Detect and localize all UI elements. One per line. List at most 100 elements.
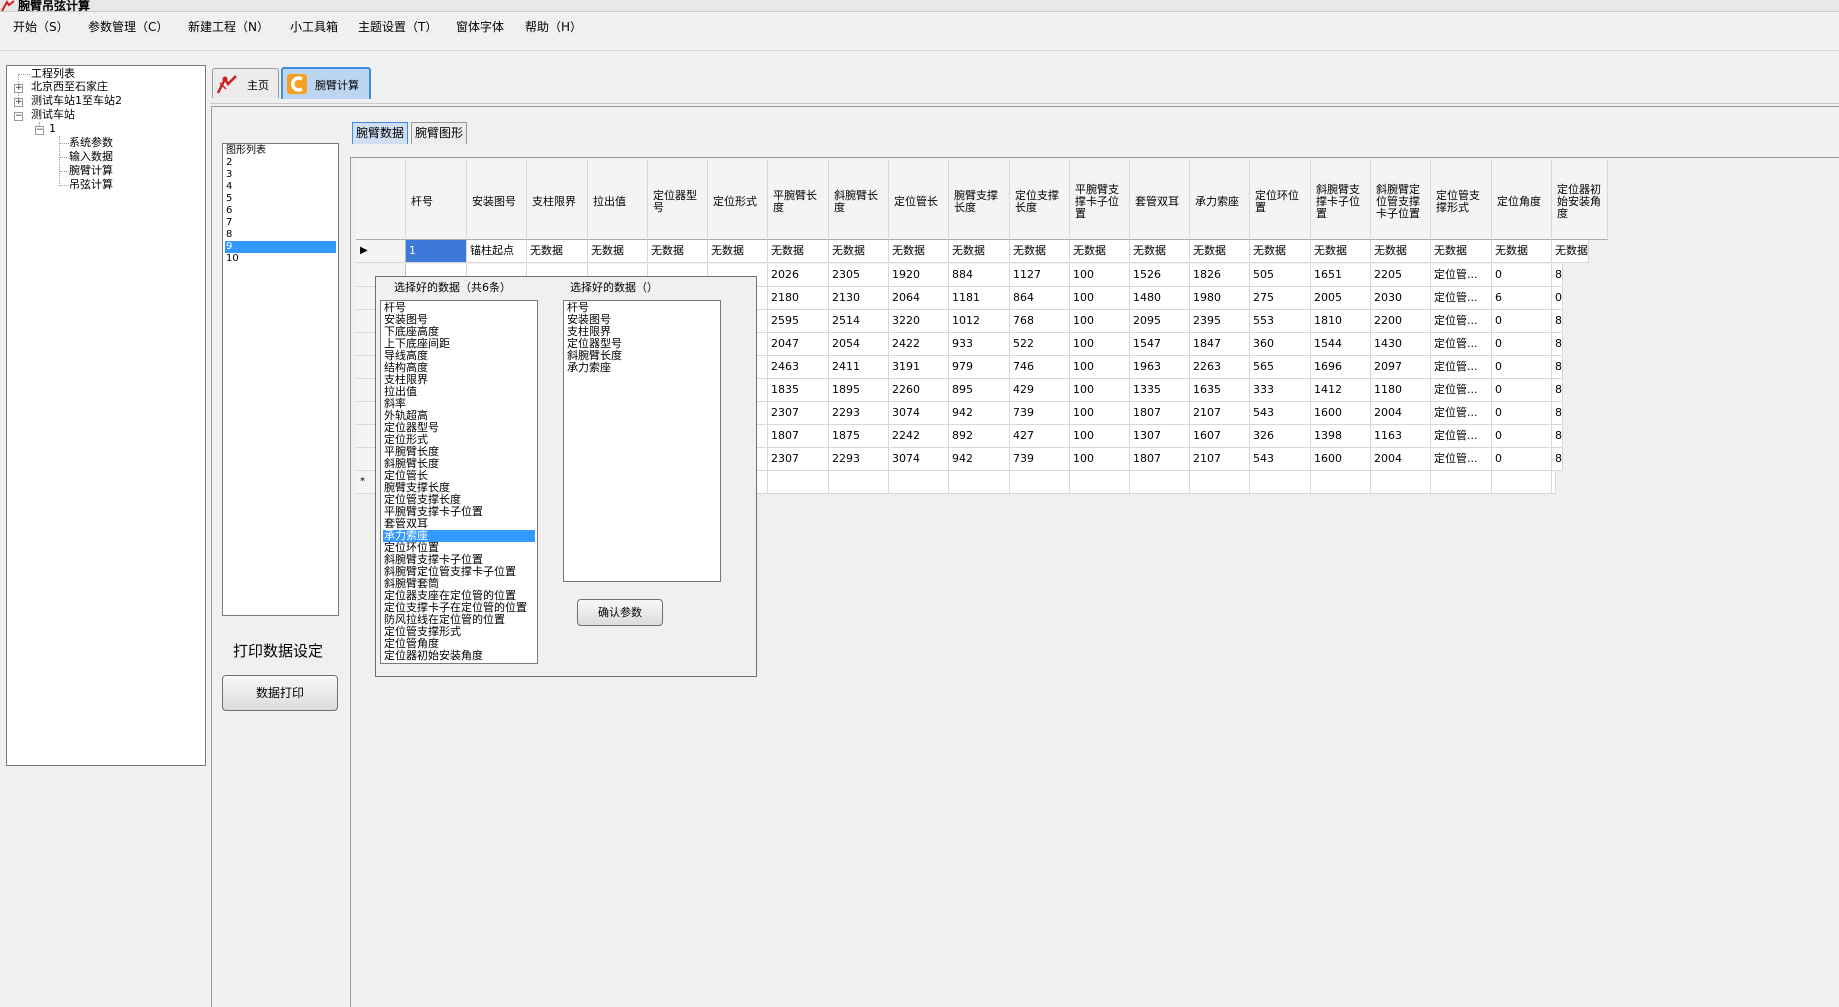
table-cell[interactable]: 0 [1552,287,1563,310]
table-cell[interactable]: 2395 [1190,310,1250,333]
table-cell[interactable]: 2293 [829,402,889,425]
table-cell[interactable]: 892 [949,425,1010,448]
table-cell[interactable]: 无数据 [829,240,889,263]
table-cell[interactable] [1552,471,1556,494]
table-cell[interactable]: 100 [1070,402,1130,425]
list-item[interactable]: 2 [225,157,336,169]
table-cell[interactable]: 定位管... [1431,287,1492,310]
table-cell[interactable]: 无数据 [1431,240,1492,263]
table-cell[interactable]: 8 [1552,448,1563,471]
table-cell[interactable]: 2097 [1371,356,1431,379]
table-cell[interactable]: 3074 [889,402,949,425]
table-cell[interactable]: 8 [1552,402,1563,425]
table-cell[interactable]: 1895 [829,379,889,402]
table-cell[interactable]: 1607 [1190,425,1250,448]
table-cell[interactable]: 1526 [1130,264,1190,287]
table-cell[interactable]: 无数据 [1130,240,1190,263]
tree-node-beijing[interactable]: 北京西至石家庄 [31,80,108,94]
table-cell[interactable] [949,471,1010,494]
table-cell[interactable]: 无数据 [1552,240,1589,263]
table-cell[interactable]: 326 [1250,425,1311,448]
table-cell[interactable]: 933 [949,333,1010,356]
table-cell[interactable]: 1600 [1311,402,1371,425]
table-cell[interactable]: 1127 [1010,264,1070,287]
list-item[interactable]: 10 [225,253,336,265]
table-cell[interactable] [1371,471,1431,494]
column-header[interactable]: 定位支撑长度 [1010,160,1070,240]
table-cell[interactable]: 2463 [768,356,829,379]
column-header[interactable]: 平腕臂支撑卡子位置 [1070,160,1130,240]
tree-leaf-cantilever-calc[interactable]: 腕臂计算 [69,164,113,178]
table-cell[interactable]: 2107 [1190,402,1250,425]
list-item[interactable]: 6 [225,205,336,217]
table-cell[interactable] [1070,471,1130,494]
table-cell[interactable] [1010,471,1070,494]
tree-leaf-system-params[interactable]: 系统参数 [69,136,113,150]
table-cell[interactable]: 无数据 [1010,240,1070,263]
table-cell[interactable]: 2305 [829,264,889,287]
table-cell[interactable]: 2422 [889,333,949,356]
menu-params[interactable]: 参数管理（C） [84,20,172,35]
table-cell[interactable]: 864 [1010,287,1070,310]
tab-cantilever-data[interactable]: 腕臂数据 [352,122,409,144]
column-header[interactable]: 定位环位置 [1250,160,1311,240]
table-cell[interactable]: 无数据 [889,240,949,263]
table-cell[interactable] [1311,471,1371,494]
table-cell[interactable]: 522 [1010,333,1070,356]
table-cell[interactable] [889,471,949,494]
table-cell[interactable]: 2205 [1371,264,1431,287]
table-cell[interactable]: 定位管... [1431,333,1492,356]
expand-icon[interactable]: + [14,98,23,107]
tree-leaf-dropper-calc[interactable]: 吊弦计算 [69,178,113,192]
table-cell[interactable]: 1807 [1130,402,1190,425]
table-cell[interactable]: 768 [1010,310,1070,333]
menu-help[interactable]: 帮助（H） [521,20,586,35]
table-cell[interactable]: 无数据 [648,240,708,263]
menu-start[interactable]: 开始（S） [9,20,73,35]
table-cell[interactable]: 1835 [768,379,829,402]
column-header[interactable]: 腕臂支撑长度 [949,160,1010,240]
table-cell[interactable]: 333 [1250,379,1311,402]
collapse-icon[interactable]: − [35,126,44,135]
list-item[interactable]: 8 [225,229,336,241]
tab-cantilever-graph[interactable]: 腕臂图形 [411,122,468,144]
table-cell[interactable]: 505 [1250,264,1311,287]
tree-node-test-stations[interactable]: 测试车站1至车站2 [31,94,122,108]
table-cell[interactable]: 3220 [889,310,949,333]
menu-font[interactable]: 窗体字体 [452,20,508,35]
column-header[interactable]: 套管双耳 [1130,160,1190,240]
list-item[interactable]: 3 [225,169,336,181]
table-cell[interactable]: 2180 [768,287,829,310]
table-cell[interactable]: 2200 [1371,310,1431,333]
table-cell[interactable]: 100 [1070,379,1130,402]
table-cell[interactable]: 2514 [829,310,889,333]
table-cell[interactable]: 565 [1250,356,1311,379]
table-cell[interactable]: 1651 [1311,264,1371,287]
column-header[interactable]: 定位管支撑形式 [1431,160,1492,240]
table-cell[interactable]: 0 [1492,310,1552,333]
table-cell[interactable]: 1920 [889,264,949,287]
table-cell[interactable]: 1807 [768,425,829,448]
table-cell[interactable]: 1163 [1371,425,1431,448]
table-cell[interactable]: 1335 [1130,379,1190,402]
table-cell[interactable]: 942 [949,402,1010,425]
column-header[interactable]: 斜腕臂长度 [829,160,889,240]
table-cell[interactable]: 1810 [1311,310,1371,333]
table-cell[interactable]: 定位管... [1431,264,1492,287]
table-cell[interactable]: 2030 [1371,287,1431,310]
column-header[interactable]: 承力索座 [1190,160,1250,240]
table-cell[interactable]: 无数据 [1492,240,1552,263]
table-cell[interactable]: 1963 [1130,356,1190,379]
table-cell[interactable]: 8 [1552,310,1563,333]
column-header[interactable]: 杆号 [406,160,467,240]
table-cell[interactable]: 无数据 [588,240,648,263]
table-cell[interactable]: 定位管... [1431,448,1492,471]
table-cell[interactable]: 1480 [1130,287,1190,310]
table-cell[interactable]: 锚柱起点 [467,240,527,263]
table-cell[interactable]: 2054 [829,333,889,356]
table-cell[interactable]: 979 [949,356,1010,379]
table-cell[interactable]: 1696 [1311,356,1371,379]
table-cell[interactable]: 0 [1492,333,1552,356]
table-cell[interactable]: 无数据 [1311,240,1371,263]
menu-theme[interactable]: 主题设置（T） [354,20,441,35]
